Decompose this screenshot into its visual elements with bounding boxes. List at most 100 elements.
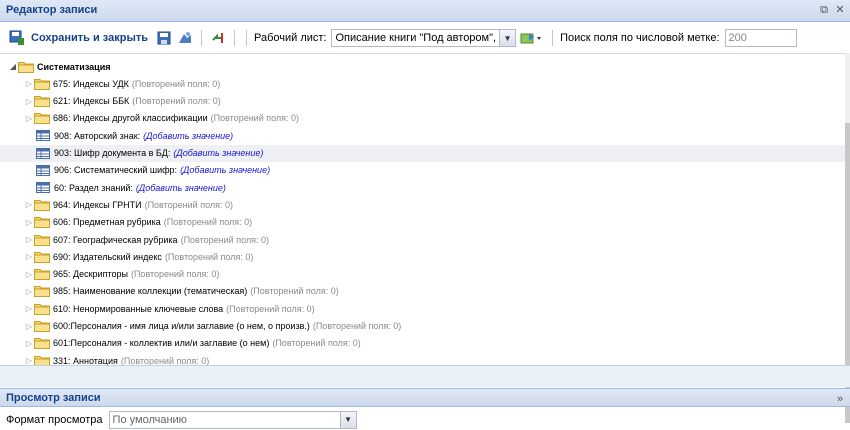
chevron-right-icon[interactable]: ▷: [24, 235, 34, 244]
folder-icon: [34, 199, 50, 211]
repeat-count-hint: (Повторений поля: 0): [312, 321, 402, 331]
sort-icon[interactable]: [209, 29, 227, 47]
add-value-link[interactable]: (Добавить значение): [173, 148, 263, 158]
add-worksheet-icon[interactable]: [519, 29, 545, 47]
toolbar-separator: [245, 30, 247, 46]
folder-icon: [34, 337, 50, 350]
repeat-count-hint: (Повторений поля: 0): [164, 251, 254, 262]
format-select[interactable]: По умолчанию ▼: [108, 410, 357, 429]
repeat-count-hint: (Повторений поля: 0): [163, 217, 253, 228]
tree-node-label: 601:Персоналия - коллектив или/и заглави…: [53, 338, 270, 349]
view-title: Просмотр записи: [6, 392, 101, 404]
repeat-count-hint: (Повторений поля: 0): [226, 303, 315, 314]
tree-folder-node[interactable]: ▷ 686: Индексы другой классификации (Повто…: [0, 110, 850, 127]
chevron-right-icon[interactable]: ▷: [24, 339, 34, 348]
tree-folder-node[interactable]: ▷ 600:Персоналия - имя лица и/или заглави…: [0, 318, 850, 335]
format-row: Формат просмотра По умолчанию ▼: [0, 409, 850, 430]
tree-node-label: 985: Наименование коллекции (тематическа…: [53, 286, 248, 297]
close-icon[interactable]: ✕: [834, 4, 846, 16]
tree-root-label: Систематизация: [37, 61, 111, 72]
tree-node-label: 607: Географическая рубрика: [53, 234, 178, 245]
chevron-right-icon[interactable]: ▷: [24, 79, 34, 88]
chevron-right-icon[interactable]: ▷: [24, 114, 34, 123]
tree-root-node[interactable]: ◢ Систематизация: [0, 58, 850, 75]
tree-node-label: 675: Индексы УДК: [53, 78, 129, 89]
tree-field-node[interactable]: 60: Раздел знаний: (Добавить значение): [0, 179, 850, 196]
tree-node-label: 610: Ненормированные ключевые слова: [53, 303, 224, 314]
worksheet-value: Описание книги "Под автором",: [335, 32, 497, 44]
chevron-right-icon[interactable]: ▷: [24, 356, 34, 365]
view-panel-header: Просмотр записи »: [0, 388, 850, 407]
toolbar-separator: [552, 30, 554, 46]
folder-open-icon: [18, 61, 34, 73]
chevron-right-icon[interactable]: ▷: [24, 97, 34, 106]
add-value-link[interactable]: (Добавить значение): [180, 165, 270, 175]
chevron-right-icon[interactable]: ▷: [24, 322, 34, 331]
tree-node-label: 686: Индексы другой классификации: [53, 113, 208, 124]
repeat-count-hint: (Повторений поля: 0): [180, 234, 270, 245]
chevron-right-icon[interactable]: ▷: [24, 287, 34, 296]
expand-icon[interactable]: ◢: [8, 62, 18, 71]
editor-panel-header: Редактор записи ⧉ ✕: [0, 0, 850, 22]
preview-icon[interactable]: [176, 29, 194, 47]
field-grid-icon: [36, 147, 50, 159]
search-field-input[interactable]: [724, 29, 797, 47]
chevron-right-icon[interactable]: ▷: [24, 200, 34, 209]
header-tools: ⧉ ✕: [818, 4, 846, 16]
editor-footer-strip: [0, 365, 850, 387]
chevron-right-icon[interactable]: ▷: [24, 252, 34, 261]
tree-folder-node[interactable]: ▷ 964: Индексы ГРНТИ (Повторений поля: 0): [0, 196, 850, 213]
tree-folder-node[interactable]: ▷ 606: Предметная рубрика (Повторений поля…: [0, 214, 850, 231]
view-header-tools: »: [834, 393, 846, 405]
repeat-count-hint: (Повторений поля: 0): [131, 78, 221, 89]
folder-icon: [34, 78, 50, 90]
tree-field-node[interactable]: 903: Шифр документа в БД: (Добавить значе…: [0, 144, 850, 162]
tree-folder-node[interactable]: ▷ 985: Наименование коллекции (тематическ…: [0, 283, 850, 300]
tree-node-label: 965: Дескрипторы: [53, 269, 128, 280]
chevron-right-icon[interactable]: ▷: [24, 218, 34, 227]
toolbar-separator: [233, 30, 235, 46]
tree-node-label: 621: Индексы ББК: [53, 96, 130, 107]
repeat-count-hint: (Повторений поля: 0): [272, 338, 361, 349]
repeat-count-hint: (Повторений поля: 0): [144, 199, 234, 210]
save-close-icon[interactable]: [8, 29, 26, 47]
chevron-right-icon[interactable]: ▷: [24, 270, 34, 279]
add-value-link[interactable]: (Добавить значение): [143, 131, 233, 141]
repeat-count-hint: (Повторений поля: 0): [132, 96, 221, 107]
tree-folder-node[interactable]: ▷ 965: Дескрипторы (Повторений поля: 0): [0, 266, 850, 283]
tree-folder-node[interactable]: ▷ 607: Географическая рубрика (Повторений …: [0, 231, 850, 248]
tree-scrollbar[interactable]: [845, 53, 850, 423]
tree-node-label: 964: Индексы ГРНТИ: [53, 199, 142, 210]
folder-icon: [34, 285, 50, 298]
folder-icon: [34, 112, 50, 125]
restore-icon[interactable]: ⧉: [818, 4, 830, 16]
tree-folder-node[interactable]: ▷ 690: Издательский индекс (Повторений пол…: [0, 248, 850, 265]
format-label: Формат просмотра: [6, 413, 103, 426]
repeat-count-hint: (Повторений поля: 0): [130, 269, 220, 280]
chevron-right-icon[interactable]: ▷: [24, 304, 34, 313]
tree-node-label: 606: Предметная рубрика: [53, 217, 161, 228]
save-close-button[interactable]: Сохранить и закрыть: [31, 32, 148, 44]
chevron-down-icon[interactable]: ▼: [499, 30, 516, 46]
tree-field-node[interactable]: 906: Систематический шифр: (Добавить знач…: [0, 162, 850, 179]
tree-folder-node[interactable]: ▷ 610: Ненормированные ключевые слова (Пов…: [0, 300, 850, 317]
folder-icon: [34, 303, 50, 315]
chevron-down-icon[interactable]: ▼: [339, 411, 356, 428]
tree-folder-node[interactable]: ▷ 675: Индексы УДК (Повторений поля: 0): [0, 75, 850, 92]
field-grid-icon: [36, 164, 50, 176]
tree-field-node[interactable]: 908: Авторский знак: (Добавить значение): [0, 127, 850, 144]
add-value-link[interactable]: (Добавить значение): [136, 183, 226, 193]
folder-icon: [34, 251, 50, 263]
worksheet-select[interactable]: Описание книги "Под автором", ▼: [331, 29, 517, 47]
folder-icon: [34, 268, 50, 281]
save-icon[interactable]: [155, 29, 173, 47]
tree-node-label: 906: Систематический шифр:: [54, 165, 178, 176]
repeat-count-hint: (Повторений поля: 0): [210, 113, 300, 124]
format-value: По умолчанию: [112, 413, 187, 426]
tree-folder-node[interactable]: ▷ 601:Персоналия - коллектив или/и заглав…: [0, 335, 850, 352]
tree-folder-node[interactable]: ▷ 621: Индексы ББК (Повторений поля: 0): [0, 93, 850, 110]
folder-icon: [34, 216, 50, 229]
tree-node-label: 903: Шифр документа в БД:: [54, 148, 171, 158]
folder-icon: [34, 320, 50, 332]
collapse-icon[interactable]: »: [834, 393, 846, 405]
